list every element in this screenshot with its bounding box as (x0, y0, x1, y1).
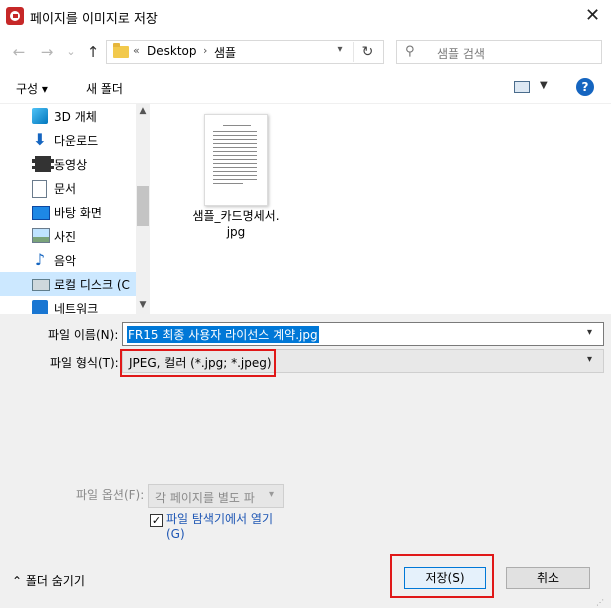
network-icon (32, 300, 48, 314)
sidebar-item-network[interactable]: 네트워크 (0, 296, 136, 314)
sidebar-item-music[interactable]: ♪ 음악 (0, 248, 136, 272)
address-bar[interactable]: « Desktop › 샘플 ▾ ↻ (106, 40, 384, 64)
filename-field[interactable]: FR15 최종 사용자 라이선스 계약.jpg ▾ (122, 322, 604, 346)
search-icon: ⚲ (405, 44, 415, 59)
sidebar-item-label: 음악 (54, 254, 77, 268)
sidebar-item-label: 네트워크 (54, 302, 99, 314)
title-bar: 페이지를 이미지로 저장 ✕ (0, 0, 611, 32)
sidebar-item-3d-objects[interactable]: 3D 개체 (0, 104, 136, 128)
back-button[interactable]: ← (8, 42, 30, 62)
sidebar-item-videos[interactable]: 동영상 (0, 152, 136, 176)
sidebar-item-label: 바탕 화면 (54, 206, 102, 220)
filetype-highlight-box (120, 349, 276, 377)
navigation-bar: ← → ⌄ ↑ « Desktop › 샘플 ▾ ↻ ⚲ 샘플 검색 (0, 32, 611, 72)
image-thumbnail-icon (204, 114, 268, 206)
sidebar-item-local-disk[interactable]: 로컬 디스크 (C (0, 272, 136, 296)
search-input[interactable]: 샘플 검색 (437, 45, 485, 62)
folder-icon (113, 43, 129, 58)
scroll-up-icon[interactable]: ▲ (136, 104, 150, 118)
address-dropdown-icon[interactable]: ▾ (333, 44, 347, 55)
refresh-icon[interactable]: ↻ (353, 42, 381, 62)
save-options-panel: 파일 이름(N): FR15 최종 사용자 라이선스 계약.jpg ▾ 파일 형… (0, 314, 611, 608)
close-button[interactable]: ✕ (574, 0, 611, 32)
hide-folders-button[interactable]: ⌃ 폴더 숨기기 (12, 572, 85, 589)
breadcrumb-desktop[interactable]: Desktop (147, 44, 197, 58)
filename-label: 파일 이름(N): (48, 328, 119, 342)
new-folder-button[interactable]: 새 폴더 (86, 80, 123, 97)
filename-input[interactable]: FR15 최종 사용자 라이선스 계약.jpg (127, 326, 319, 343)
fileoptions-select[interactable]: 각 페이지를 별도 파 ▾ (148, 484, 284, 508)
cancel-button[interactable]: 취소 (506, 567, 590, 589)
sidebar-item-label: 로컬 디스크 (C (54, 278, 130, 292)
download-arrow-icon: ⬇ (33, 130, 47, 149)
document-icon (32, 180, 47, 198)
filetype-label: 파일 형식(T): (50, 356, 119, 370)
sidebar-item-label: 사진 (54, 230, 77, 244)
fileoptions-label: 파일 옵션(F): (76, 488, 145, 502)
sidebar-item-label: 동영상 (54, 158, 88, 172)
breadcrumb-overflow-icon[interactable]: « (133, 44, 140, 57)
film-icon (32, 156, 54, 172)
command-toolbar: 구성 ▾ 새 폴더 ▼ ? (0, 72, 611, 104)
forward-button[interactable]: → (36, 42, 58, 62)
chevron-down-icon[interactable]: ▾ (587, 354, 592, 365)
sidebar-item-label: 3D 개체 (54, 110, 97, 124)
file-name-label: 샘플_카드명세서. jpg (192, 209, 280, 239)
sidebar-scrollbar[interactable]: ▲ ▼ (136, 104, 150, 314)
drive-icon (32, 279, 50, 291)
organize-button[interactable]: 구성 ▾ (16, 80, 48, 97)
breadcrumb-sample[interactable]: 샘플 (214, 44, 236, 61)
up-button[interactable]: ↑ (82, 42, 104, 62)
recent-locations-button[interactable]: ⌄ (60, 42, 82, 62)
cube-3d-icon (32, 108, 48, 124)
sidebar-item-downloads[interactable]: ⬇ 다운로드 (0, 128, 136, 152)
sidebar-item-desktop[interactable]: 바탕 화면 (0, 200, 136, 224)
sidebar-item-pictures[interactable]: 사진 (0, 224, 136, 248)
fileoptions-value: 각 페이지를 별도 파 (155, 491, 255, 505)
app-icon (6, 7, 24, 25)
sidebar-item-label: 문서 (54, 182, 77, 196)
sidebar-item-label: 다운로드 (54, 134, 99, 148)
picture-icon (32, 228, 50, 243)
music-note-icon: ♪ (34, 250, 46, 269)
sidebar-item-documents[interactable]: 문서 (0, 176, 136, 200)
scrollbar-thumb[interactable] (137, 186, 149, 226)
help-icon[interactable]: ? (576, 78, 594, 96)
navigation-pane: 3D 개체 ⬇ 다운로드 동영상 문서 바탕 화면 사진 ♪ 음악 로컬 디스크… (0, 104, 150, 314)
open-explorer-label[interactable]: 파일 탐색기에서 열기 (G) (166, 512, 273, 542)
scroll-down-icon[interactable]: ▼ (136, 298, 150, 312)
file-item[interactable]: 샘플_카드명세서. jpg (166, 104, 306, 244)
resize-grip-icon[interactable]: ⋰ (596, 598, 608, 608)
desktop-icon (32, 206, 50, 220)
breadcrumb-separator-icon[interactable]: › (203, 44, 207, 57)
search-box[interactable]: ⚲ 샘플 검색 (396, 40, 602, 64)
open-explorer-checkbox[interactable]: ✓ (150, 514, 163, 527)
save-highlight-box (390, 554, 494, 598)
file-list: 샘플_카드명세서. jpg (150, 104, 611, 314)
view-dropdown-icon[interactable]: ▼ (540, 80, 548, 91)
view-options-icon[interactable] (514, 81, 530, 93)
chevron-down-icon[interactable]: ▾ (587, 327, 592, 338)
window-title: 페이지를 이미지로 저장 (30, 12, 158, 27)
chevron-down-icon[interactable]: ▾ (269, 489, 274, 500)
